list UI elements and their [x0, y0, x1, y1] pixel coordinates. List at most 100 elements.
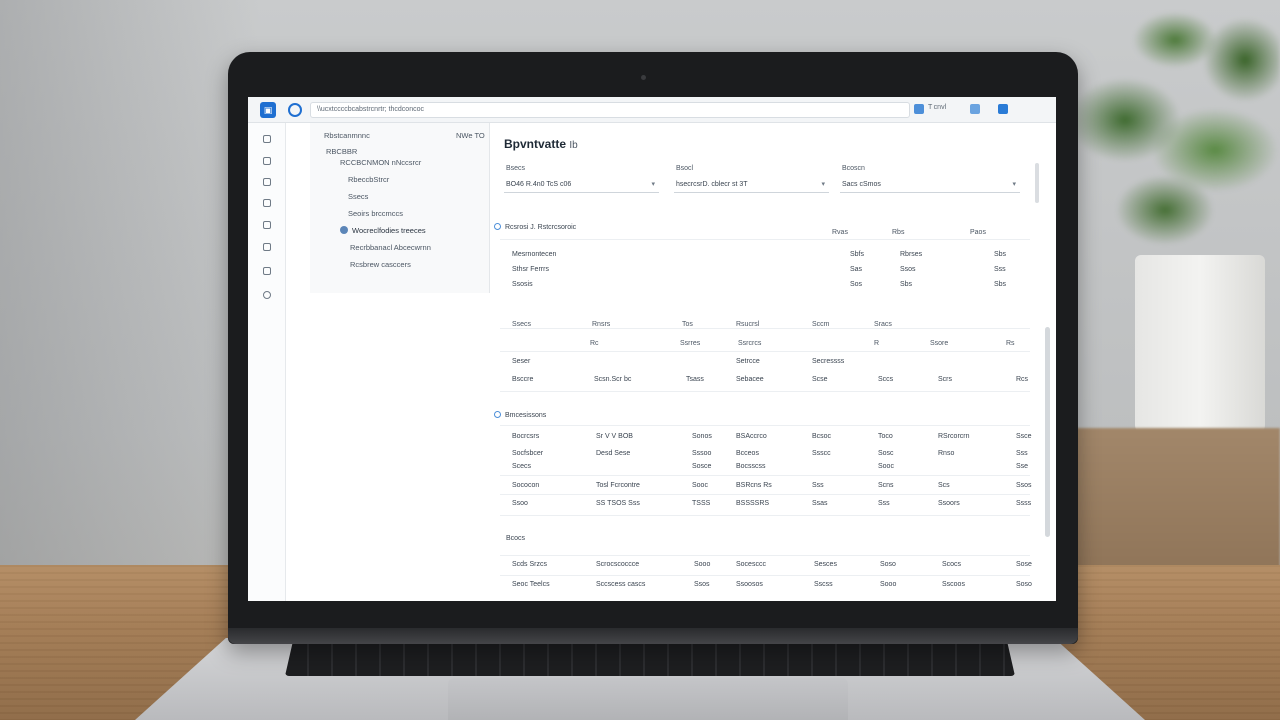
help-icon[interactable]	[263, 291, 271, 299]
table-cell: Ssosis	[512, 281, 533, 288]
table-cell: Sbs	[994, 281, 1007, 288]
scrollbar[interactable]	[1035, 163, 1039, 203]
table-cell: Bcceos	[736, 450, 759, 457]
table-cell: Sbs	[994, 251, 1007, 258]
table-cell: Ssoo	[512, 500, 528, 507]
tree-item-selected[interactable]: Wocreclfodies treeces	[340, 226, 426, 235]
tree-item[interactable]: RBCBBR	[326, 147, 357, 156]
table-cell: Sooc	[692, 482, 708, 489]
table-cell: Seser	[512, 358, 531, 365]
table-cell: Seoc Teelcs	[512, 581, 550, 588]
tree-header-action[interactable]: NWe TO	[456, 131, 485, 140]
filter-select[interactable]: hsecrcsrD. cblecr st 3T ▾	[674, 177, 829, 193]
grid-icon[interactable]	[263, 267, 271, 275]
laptop-hinge	[228, 628, 1078, 644]
chevron-down-icon: ▾	[1012, 181, 1016, 188]
webcam-icon	[641, 75, 646, 80]
divider	[500, 391, 1030, 392]
table-cell: Scsn.Scr bc	[594, 376, 632, 383]
tree-item[interactable]: Recrbbanacl Abcecwrnn	[350, 243, 431, 252]
table-header: Sccm	[812, 321, 830, 328]
chevron-down-icon: ▾	[651, 181, 655, 188]
table-cell: Sose	[1016, 561, 1032, 568]
section-title: Bcocs	[506, 535, 526, 542]
table-cell: Rnso	[938, 450, 955, 457]
chart-icon[interactable]	[263, 178, 271, 186]
table-cell: Scrocscoccce	[596, 561, 640, 568]
table-cell: Sosce	[692, 463, 712, 470]
table-cell: Sooc	[878, 463, 894, 470]
table-cell: Secressss	[812, 358, 845, 365]
monitor-icon[interactable]	[914, 104, 924, 114]
list-icon[interactable]	[263, 157, 271, 165]
section-title: Rcsrosi J. Rstcrcsoroic	[494, 223, 576, 231]
globe-icon[interactable]	[288, 103, 302, 117]
table-cell: Bocrcsrs	[512, 433, 540, 440]
laptop-screen: ▣ \\ucxtccccbcabstrcnrtr; thcdconcoc T c…	[248, 97, 1056, 601]
table-cell: Sebacee	[736, 376, 764, 383]
home-icon[interactable]	[263, 135, 271, 143]
table-cell: Rbrses	[900, 251, 923, 258]
tree-item[interactable]: RbeccbStrcr	[348, 175, 389, 184]
folder-icon[interactable]	[263, 199, 271, 207]
table-cell: Scns	[878, 482, 894, 489]
icon-rail	[248, 123, 286, 601]
table-cell: Tsass	[686, 376, 704, 383]
table-cell: Ssas	[812, 500, 828, 507]
clock-icon[interactable]	[263, 243, 271, 251]
settings-icon[interactable]	[970, 104, 980, 114]
table-cell: Setrcce	[736, 358, 760, 365]
scrollbar[interactable]	[1045, 327, 1050, 537]
table-cell: Scocs	[942, 561, 962, 568]
table-cell: Ssscc	[812, 450, 831, 457]
divider	[500, 351, 1030, 352]
table-header: Sracs	[874, 321, 892, 328]
app-logo-icon[interactable]: ▣	[260, 102, 276, 118]
user-icon[interactable]	[998, 104, 1008, 114]
tree-item[interactable]: Ssecs	[348, 192, 368, 201]
table-subheader: R	[874, 340, 882, 347]
navigation-tree: Rbstcanmnnc NWe TO RBCBBR RCCBCNMON nNcc…	[310, 123, 490, 293]
table-subheader: Ssrres	[680, 340, 701, 347]
table-cell: Ssoors	[938, 500, 960, 507]
filter-label: Bsocl	[676, 165, 694, 172]
laptop-trackpad	[448, 678, 848, 720]
filter-select[interactable]: BO46 R.4n0 TcS c06 ▾	[504, 177, 659, 193]
table-cell: Tosl Fcrcontre	[596, 482, 640, 489]
table-cell: Sr V V BOB	[596, 433, 633, 440]
divider	[500, 239, 1030, 240]
table-cell: SS TSOS Sss	[596, 500, 640, 507]
tree-item[interactable]: RCCBCNMON nNccsrcr	[340, 158, 421, 167]
table-cell: Sosc	[878, 450, 894, 457]
table-cell: BSSSSRS	[736, 500, 770, 507]
table-cell: Ssss	[1016, 500, 1032, 507]
table-cell: Sss	[1016, 450, 1028, 457]
table-header: Paos	[970, 229, 986, 236]
table-cell: Sse	[1016, 463, 1029, 470]
table-cell: Rcs	[1016, 376, 1029, 383]
plant-leaves	[1055, 0, 1280, 270]
divider	[500, 494, 1030, 495]
table-cell: Sccs	[878, 376, 894, 383]
file-icon[interactable]	[263, 221, 271, 229]
table-cell: Scse	[812, 376, 828, 383]
tree-item[interactable]: Seoirs brccmccs	[348, 209, 403, 218]
table-cell: Soso	[880, 561, 896, 568]
table-cell: Mesrnontecen	[512, 251, 557, 258]
table-cell: Sscoos	[942, 581, 965, 588]
filter-select[interactable]: Sacs cSmos ▾	[840, 177, 1020, 193]
table-cell: Sscss	[814, 581, 833, 588]
table-subheader: Ssrcrcs	[738, 340, 762, 347]
address-bar[interactable]: \\ucxtccccbcabstrcnrtr; thcdconcoc	[310, 102, 910, 118]
table-cell: Sococon	[512, 482, 540, 489]
section-icon	[494, 411, 501, 418]
table-cell: Sesces	[814, 561, 837, 568]
table-cell: Sbfs	[850, 251, 865, 258]
table-header: Rnsrs	[592, 321, 611, 328]
tree-item[interactable]: Rcsbrew casccers	[350, 260, 411, 269]
table-cell: TSSS	[692, 500, 711, 507]
main-content: Bpvntvatte Ib Bsecs BO46 R.4n0 TcS c06 ▾ …	[490, 123, 1056, 601]
window-titlebar: ▣ \\ucxtccccbcabstrcnrtr; thcdconcoc T c…	[248, 97, 1056, 123]
section-title: Bmcesissons	[494, 411, 546, 419]
table-cell: Sas	[850, 266, 863, 273]
